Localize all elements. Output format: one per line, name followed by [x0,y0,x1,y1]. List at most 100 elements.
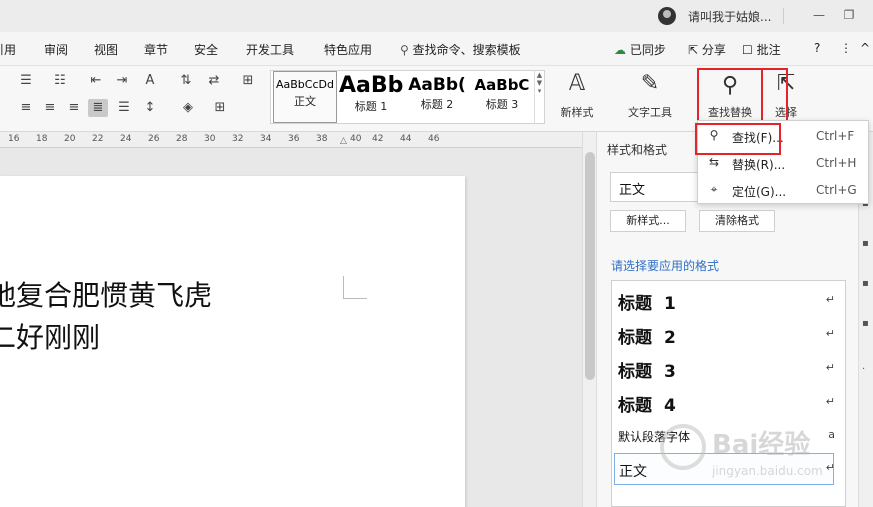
search-icon: ⚲ [721,73,739,98]
find-replace-label: 查找替换 [708,106,752,119]
shading-icon[interactable]: ◈ [178,99,198,117]
watermark-text: Bai经验 [712,430,811,460]
table-borders-icon[interactable]: ⊞ [238,72,258,90]
comment-icon: ☐ [742,43,753,57]
side-tool-icon[interactable]: ▪ [862,238,869,249]
tab-references[interactable]: 引用 [0,41,16,58]
menu-item-shortcut: Ctrl+F [816,129,855,143]
search-icon: ⚲ [400,43,409,57]
search-icon: ⚲ [709,128,719,142]
wps-writer-window: 请叫我于姑娘... — ❐ 引用 审阅 视图 章节 安全 开发工具 特色应用 ⚲… [0,0,873,507]
line-spacing-icon[interactable]: ↕ [140,99,160,117]
ruler-tick: 40 [350,134,362,144]
tab-review[interactable]: 审阅 [44,41,68,58]
styles-panel-title[interactable]: 样式和格式 [607,141,667,158]
find-replace-button[interactable]: ⚲ 查找替换 [697,68,763,124]
style-card-heading-3[interactable]: AaBbC 标题 3 [471,71,533,123]
tab-special-apps[interactable]: 特色应用 [324,41,372,58]
comment-button[interactable]: ☐ 批注 [742,41,781,58]
style-list-item-heading-2[interactable]: 标题 2 [618,323,676,348]
scrollbar-thumb[interactable] [585,152,595,380]
tab-section[interactable]: 章节 [144,41,168,58]
share-button[interactable]: ⇱ 分享 [688,41,726,58]
watermark-url: jingyan.baidu.com [712,464,823,478]
command-search[interactable]: ⚲ 查找命令、搜索模板 [400,41,521,58]
style-list-item-heading-3[interactable]: 标题 3 [618,357,676,382]
menu-tab-bar: 引用 审阅 视图 章节 安全 开发工具 特色应用 ⚲ 查找命令、搜索模板 ☁ 已… [0,32,873,66]
style-label: 标题 3 [485,98,519,111]
apply-style-hint: 请选择要应用的格式 [611,259,720,273]
tab-security[interactable]: 安全 [194,41,218,58]
style-card-normal[interactable]: AaBbCcDd 正文 [273,71,337,123]
more-options-button[interactable]: ⋮ [840,41,852,55]
style-list-item-heading-1[interactable]: 标题 1 [618,289,676,314]
document-text-line[interactable]: 地复合肥惯黄飞虎 [0,274,212,314]
style-item-name: 标题 [618,328,652,348]
tab-developer[interactable]: 开发工具 [246,41,294,58]
menu-item-find[interactable]: ⚲ 查找(F)... Ctrl+F [698,123,868,149]
style-card-heading-1[interactable]: AaBb 标题 1 [339,71,403,123]
paragraph-mark-icon: ↵ [825,293,835,306]
bullet-list-icon[interactable]: ☰ [16,72,36,90]
ruler-tick: 42 [372,134,384,144]
document-page[interactable]: 地复合肥惯黄飞虎 二好刚刚 [0,176,465,507]
avatar[interactable] [658,7,676,25]
side-tool-icon[interactable]: ▪ [862,278,869,289]
goto-icon: ⌖ [710,182,718,196]
style-item-num: 4 [664,396,676,416]
document-text-line[interactable]: 二好刚刚 [0,316,100,356]
new-style-button[interactable]: 𝔸 新样式 [552,70,602,120]
menu-item-goto[interactable]: ⌖ 定位(G)... Ctrl+G [698,177,868,203]
increase-indent-icon[interactable]: ⇥ [112,72,132,90]
align-right-icon[interactable]: ≡ [64,99,84,117]
clear-format-button[interactable]: 清除格式 [699,210,775,232]
vertical-scrollbar[interactable] [582,132,596,507]
collapse-ribbon-button[interactable]: ^ [860,41,870,55]
ruler-tick: 44 [400,134,412,144]
user-name[interactable]: 请叫我于姑娘... [688,8,771,25]
numbered-list-icon[interactable]: ☷ [50,72,70,90]
line-break-icon[interactable]: ⇄ [204,72,224,90]
paragraph-mark-icon: ↵ [825,395,835,408]
ruler-tick: 18 [36,134,48,144]
menu-item-shortcut: Ctrl+H [816,156,857,170]
more-dots-icon[interactable]: · [862,364,865,375]
margin-corner-mark [343,276,344,298]
style-item-num: 1 [664,294,676,314]
document-area: 地复合肥惯黄飞虎 二好刚刚 [0,148,582,507]
title-separator [783,8,784,24]
sync-status[interactable]: ☁ 已同步 [614,41,666,58]
decrease-indent-icon[interactable]: ⇤ [86,72,106,90]
style-list-item-heading-4[interactable]: 标题 4 [618,391,676,416]
select-highlight [762,68,788,124]
align-center-icon[interactable]: ≡ [40,99,60,117]
wrench-icon: ✎ [640,71,660,96]
justify-icon[interactable]: ≣ [88,99,108,117]
align-left-icon[interactable]: ≡ [16,99,36,117]
restore-button[interactable]: ❐ [840,6,858,24]
comment-label: 批注 [756,43,781,57]
gallery-scroll[interactable]: ▲ ▼ ▾ [534,71,544,123]
new-style-label: 新样式 [560,106,594,119]
text-tools-button[interactable]: ✎ 文字工具 [620,70,680,120]
new-style-panel-button[interactable]: 新样式... [610,210,686,232]
style-label: 标题 1 [354,100,388,113]
text-tools-label: 文字工具 [628,106,672,119]
side-tool-icon[interactable]: ▪ [862,318,869,329]
style-sample: AaBb [339,73,403,98]
ruler-tick: 32 [232,134,244,144]
menu-item-replace[interactable]: ⇆ 替换(R)... Ctrl+H [698,150,868,176]
borders-icon[interactable]: ⊞ [210,99,230,117]
style-sample: AaBb( [408,75,466,95]
tab-view[interactable]: 视图 [94,41,118,58]
ruler-tick: 46 [428,134,440,144]
distribute-icon[interactable]: ☰ [114,99,134,117]
cloud-sync-icon: ☁ [614,43,626,57]
text-direction-icon[interactable]: A [140,72,160,90]
indent-marker-icon[interactable]: △ [340,136,347,146]
sort-icon[interactable]: ⇅ [176,72,196,90]
baidu-watermark: Bai经验 jingyan.baidu.com [640,418,870,498]
style-card-heading-2[interactable]: AaBb( 标题 2 [405,71,469,123]
minimize-button[interactable]: — [810,6,828,24]
help-button[interactable]: ? [814,41,820,55]
